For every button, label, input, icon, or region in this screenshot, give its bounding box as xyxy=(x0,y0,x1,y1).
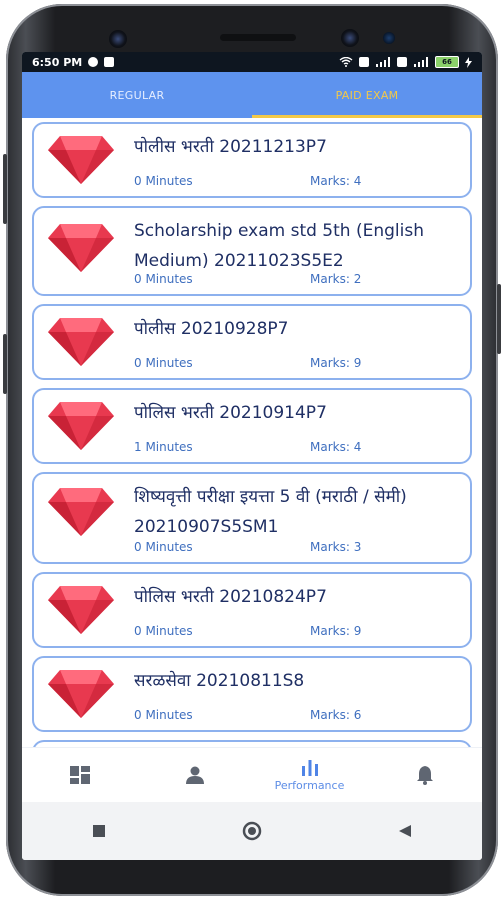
exam-card[interactable]: पोलीस 20210928P7 0 Minutes Marks: 9 xyxy=(32,304,472,380)
tab-paid-exam[interactable]: PAID EXAM xyxy=(252,72,482,118)
exam-title: पोलीस भरती 20211213P7 xyxy=(134,137,327,157)
exam-title: पोलिस भरती 20210824P7 xyxy=(134,587,327,607)
exam-card[interactable]: शिष्यवृत्ती परीक्षा इयत्ता 5 वी (मराठी /… xyxy=(32,472,472,564)
ruby-gem-icon xyxy=(48,402,114,450)
exam-meta: 0 Minutes Marks: 3 xyxy=(134,540,460,556)
battery-icon: 66 xyxy=(435,56,459,68)
exam-title: Scholarship exam std 5th (English Medium… xyxy=(134,221,424,271)
exam-meta: 0 Minutes Marks: 9 xyxy=(134,356,460,372)
nav-performance[interactable]: Performance xyxy=(252,748,367,802)
bar-chart-icon xyxy=(301,760,318,776)
nav-performance-label: Performance xyxy=(274,779,345,792)
exam-title: पोलीस 20210928P7 xyxy=(134,319,289,339)
app-screen: 6:50 PM 66 REGULAR PAID EXAM पोलीस भरती … xyxy=(22,52,482,860)
ruby-gem-icon xyxy=(48,318,114,366)
bottom-navigation: Performance xyxy=(22,747,482,802)
recent-apps-button[interactable] xyxy=(79,811,119,851)
proximity-sensor xyxy=(383,32,395,44)
tab-regular[interactable]: REGULAR xyxy=(22,72,252,118)
front-camera xyxy=(341,29,359,47)
exam-marks: Marks: 3 xyxy=(310,540,362,554)
status-time: 6:50 PM xyxy=(32,55,83,69)
exam-marks: Marks: 6 xyxy=(310,708,362,722)
exam-marks: Marks: 4 xyxy=(310,440,362,454)
nav-profile[interactable] xyxy=(137,748,252,802)
exam-card[interactable]: पोलीस भरती 20211213P7 0 Minutes Marks: 4 xyxy=(32,122,472,198)
dashboard-icon xyxy=(69,766,90,784)
exam-meta: 0 Minutes Marks: 2 xyxy=(134,272,460,288)
exam-title: सरळसेवा 20210811S8 xyxy=(134,671,305,691)
exam-duration: 0 Minutes xyxy=(134,356,193,370)
nav-notifications[interactable] xyxy=(367,748,482,802)
square-icon xyxy=(92,825,105,837)
volte-icon xyxy=(359,57,369,67)
system-navigation-bar xyxy=(22,802,482,860)
person-icon xyxy=(185,766,204,784)
exam-meta: 0 Minutes Marks: 9 xyxy=(134,624,460,640)
circle-icon xyxy=(242,821,262,841)
exam-duration: 0 Minutes xyxy=(134,624,193,638)
exam-duration: 0 Minutes xyxy=(134,272,193,286)
exam-duration: 1 Minutes xyxy=(134,440,193,454)
exam-meta: 0 Minutes Marks: 6 xyxy=(134,708,460,724)
exam-marks: Marks: 4 xyxy=(310,174,362,188)
back-button[interactable] xyxy=(385,811,425,851)
exam-meta: 0 Minutes Marks: 4 xyxy=(134,174,460,190)
volte-icon xyxy=(397,57,407,67)
back-triangle-icon xyxy=(399,825,412,837)
exam-marks: Marks: 9 xyxy=(310,356,362,370)
whatsapp-icon xyxy=(88,57,99,67)
exam-duration: 0 Minutes xyxy=(134,540,193,554)
ruby-gem-icon xyxy=(48,488,114,536)
status-bar: 6:50 PM 66 xyxy=(22,52,482,72)
phone-side-button xyxy=(3,154,7,224)
exam-title: शिष्यवृत्ती परीक्षा इयत्ता 5 वी (मराठी /… xyxy=(134,487,407,537)
ruby-gem-icon xyxy=(48,224,114,272)
exam-list[interactable]: पोलीस भरती 20211213P7 0 Minutes Marks: 4… xyxy=(22,118,482,802)
exam-card[interactable]: पोलिस भरती 20210824P7 0 Minutes Marks: 9 xyxy=(32,572,472,648)
wifi-icon xyxy=(339,57,353,67)
exam-marks: Marks: 9 xyxy=(310,624,362,638)
phone-side-button xyxy=(3,334,7,394)
signal-icon xyxy=(376,57,390,67)
exam-card[interactable]: Scholarship exam std 5th (English Medium… xyxy=(32,206,472,296)
exam-meta: 1 Minutes Marks: 4 xyxy=(134,440,460,456)
charging-icon xyxy=(465,56,472,68)
exam-card[interactable]: सरळसेवा 20210811S8 0 Minutes Marks: 6 xyxy=(32,656,472,732)
exam-title: पोलिस भरती 20210914P7 xyxy=(134,403,327,423)
ruby-gem-icon xyxy=(48,670,114,718)
bell-icon xyxy=(416,766,433,785)
front-camera xyxy=(109,30,127,48)
nav-dashboard[interactable] xyxy=(22,748,137,802)
exam-tabs: REGULAR PAID EXAM xyxy=(22,72,482,118)
ruby-gem-icon xyxy=(48,586,114,634)
ruby-gem-icon xyxy=(48,136,114,184)
phone-speaker xyxy=(220,34,296,41)
exam-marks: Marks: 2 xyxy=(310,272,362,286)
signal-icon xyxy=(414,57,428,67)
exam-duration: 0 Minutes xyxy=(134,174,193,188)
exam-duration: 0 Minutes xyxy=(134,708,193,722)
exam-card[interactable]: पोलिस भरती 20210914P7 1 Minutes Marks: 4 xyxy=(32,388,472,464)
home-button[interactable] xyxy=(232,811,272,851)
phone-side-button xyxy=(497,284,501,354)
message-icon xyxy=(104,57,115,67)
